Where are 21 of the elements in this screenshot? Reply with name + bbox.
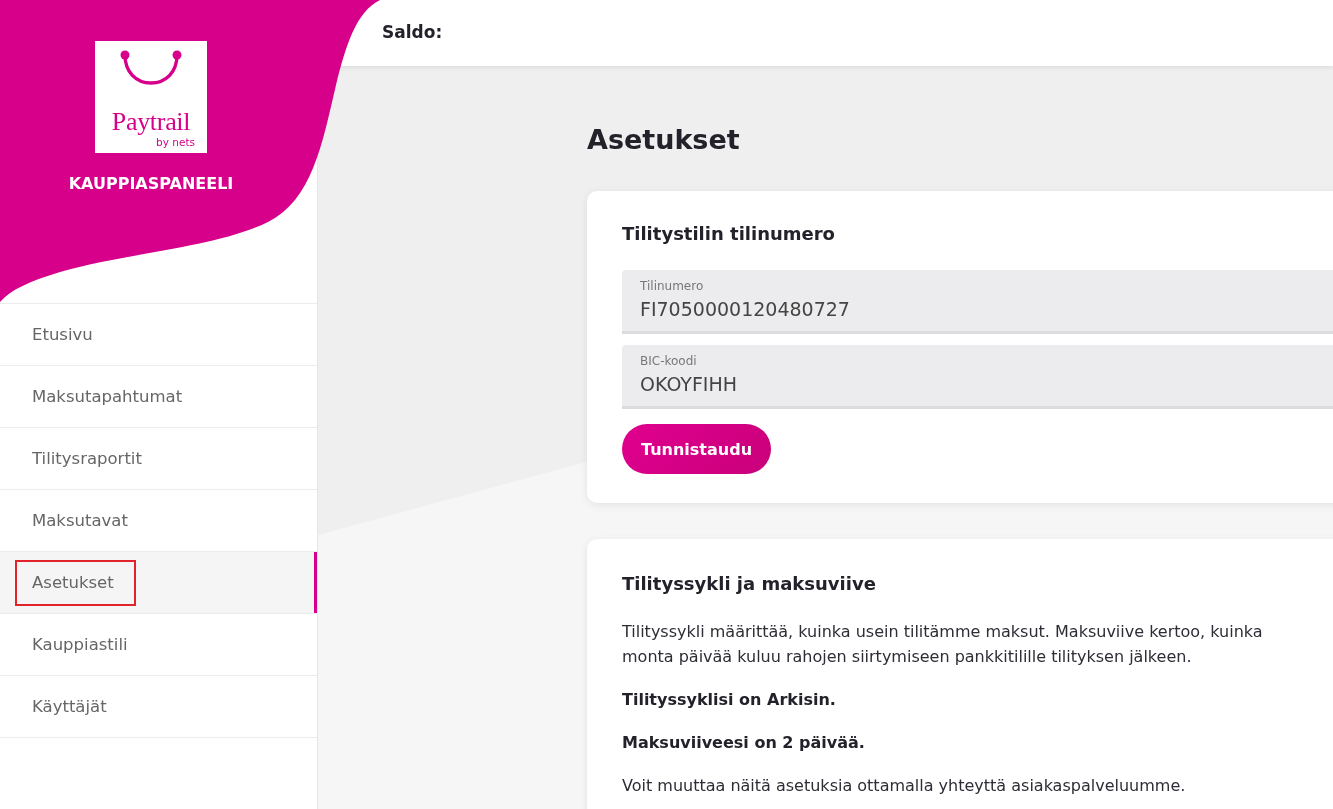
summary-text: Maksuviiveesi on 2 päivää. (622, 732, 866, 754)
sidebar-item[interactable]: Kauppiastili (0, 614, 317, 676)
authenticate-button[interactable]: Tunnistaudu (622, 424, 771, 474)
sidebar-item[interactable]: Etusivu (0, 304, 317, 366)
sidebar-item[interactable]: Maksutapahtumat (0, 366, 317, 428)
balance-label: Saldo: (382, 22, 443, 42)
sidebar-item[interactable]: Käyttäjät (0, 676, 317, 738)
body-text: Voit muuttaa näitä asetuksia ottamalla yhteyttä asiakaspalveluumme. (622, 775, 1187, 797)
summary-text: Tilityssyklisi on Arkisin. (622, 689, 837, 711)
panel-title: KAUPPIASPANEELI (68, 174, 234, 194)
card-title: Tilityssykli ja maksuviive (622, 572, 877, 596)
bag-handle-icon (120, 50, 182, 86)
body-text: Tilityssykli määrittää, kuinka usein tilitämme maksut. Maksuviive kertoo, kuinka monta päivää kuluu rahojen siirtymiseen pankkitilille tilityksen jälkeen. (622, 621, 1264, 668)
input-field[interactable]: BIC-koodi OKOYFIHH (622, 345, 1333, 409)
sidebar-item[interactable]: Tilitysraportit (0, 428, 317, 490)
logo-tagline: by nets (156, 136, 195, 148)
sidebar-item[interactable]: Asetukset (0, 552, 317, 614)
card-title: Tilitystilin tilinumero (622, 222, 836, 246)
logo-wordmark: Paytrail (111, 108, 191, 136)
input-field[interactable]: Tilinumero FI7050000120480727 (622, 270, 1333, 334)
page-title: Asetukset (587, 123, 741, 157)
